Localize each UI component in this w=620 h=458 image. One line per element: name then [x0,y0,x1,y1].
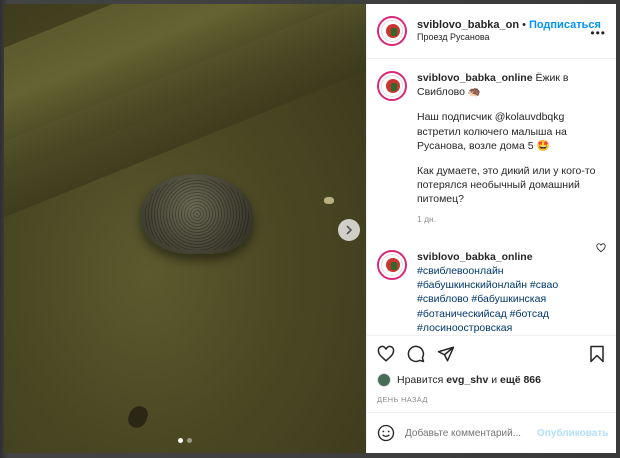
add-comment-bar: Опубликовать [367,413,616,453]
more-icon[interactable]: ••• [590,26,606,40]
bookmark-icon[interactable] [588,345,606,363]
caption-entry: sviblovo_babka_online Ёжик в Свиблово 🦔 … [377,71,606,226]
publish-button[interactable]: Опубликовать [537,428,608,439]
caption-username[interactable]: sviblovo_babka_online [417,72,533,84]
separator-dot: • [522,18,526,31]
emoji-icon[interactable] [377,424,395,442]
likes-middle: и [491,374,498,386]
heart-icon[interactable] [377,345,395,363]
hedgehog [141,174,253,254]
avatar[interactable] [377,71,407,101]
caption-time[interactable]: 1 дн. [417,214,606,225]
pebble [324,197,334,204]
likes-line: Нравится evg_shv и ещё 866 [367,371,616,389]
next-photo-button[interactable] [338,219,360,241]
likes-prefix: Нравится [397,374,444,386]
posted-ago[interactable]: ДЕНЬ НАЗАД [367,389,616,413]
post-photo[interactable] [4,4,366,453]
avatar-image [381,75,403,97]
action-bar [367,335,616,371]
avatar[interactable] [377,16,407,46]
chevron-right-icon [346,225,353,235]
post-sidebar: sviblovo_babka_on • Подписаться Проезд Рус… [366,4,616,453]
likes-count[interactable]: ещё 866 [500,374,541,386]
comment-input[interactable] [405,427,537,439]
carousel-dot-1 [178,438,183,443]
author-username[interactable]: sviblovo_babka_on [417,19,519,31]
leaf [125,403,151,431]
avatar[interactable] [377,249,407,280]
post-header: sviblovo_babka_on • Подписаться Проезд Рус… [367,4,616,59]
liker-avatar[interactable] [377,373,391,387]
share-icon[interactable] [437,345,455,363]
avatar-image [381,20,403,42]
comment-username[interactable]: sviblovo_babka_online [417,251,533,263]
comment-entry: sviblovo_babka_online #свиблевоонлайн #б… [377,249,606,335]
comments-area: sviblovo_babka_online Ёжик в Свиблово 🦔 … [367,59,616,335]
post-modal: sviblovo_babka_on • Подписаться Проезд Рус… [4,4,616,453]
caption-paragraph-1: Наш подписчик @kolauvdbqkg встретил колю… [417,111,567,152]
carousel-dot-2 [187,438,192,443]
comment-icon[interactable] [407,345,425,363]
location-link[interactable]: Проезд Русанова [417,32,601,43]
caption-paragraph-2: Как думаете, это дикий или у кого-то пот… [417,164,596,206]
avatar-image [381,253,403,276]
comment-hashtags[interactable]: #свиблевоонлайн #бабушкинскийонлайн #сва… [417,265,558,334]
heart-icon[interactable] [596,243,606,253]
carousel-dots [4,438,366,443]
liker-username[interactable]: evg_shv [446,374,488,386]
